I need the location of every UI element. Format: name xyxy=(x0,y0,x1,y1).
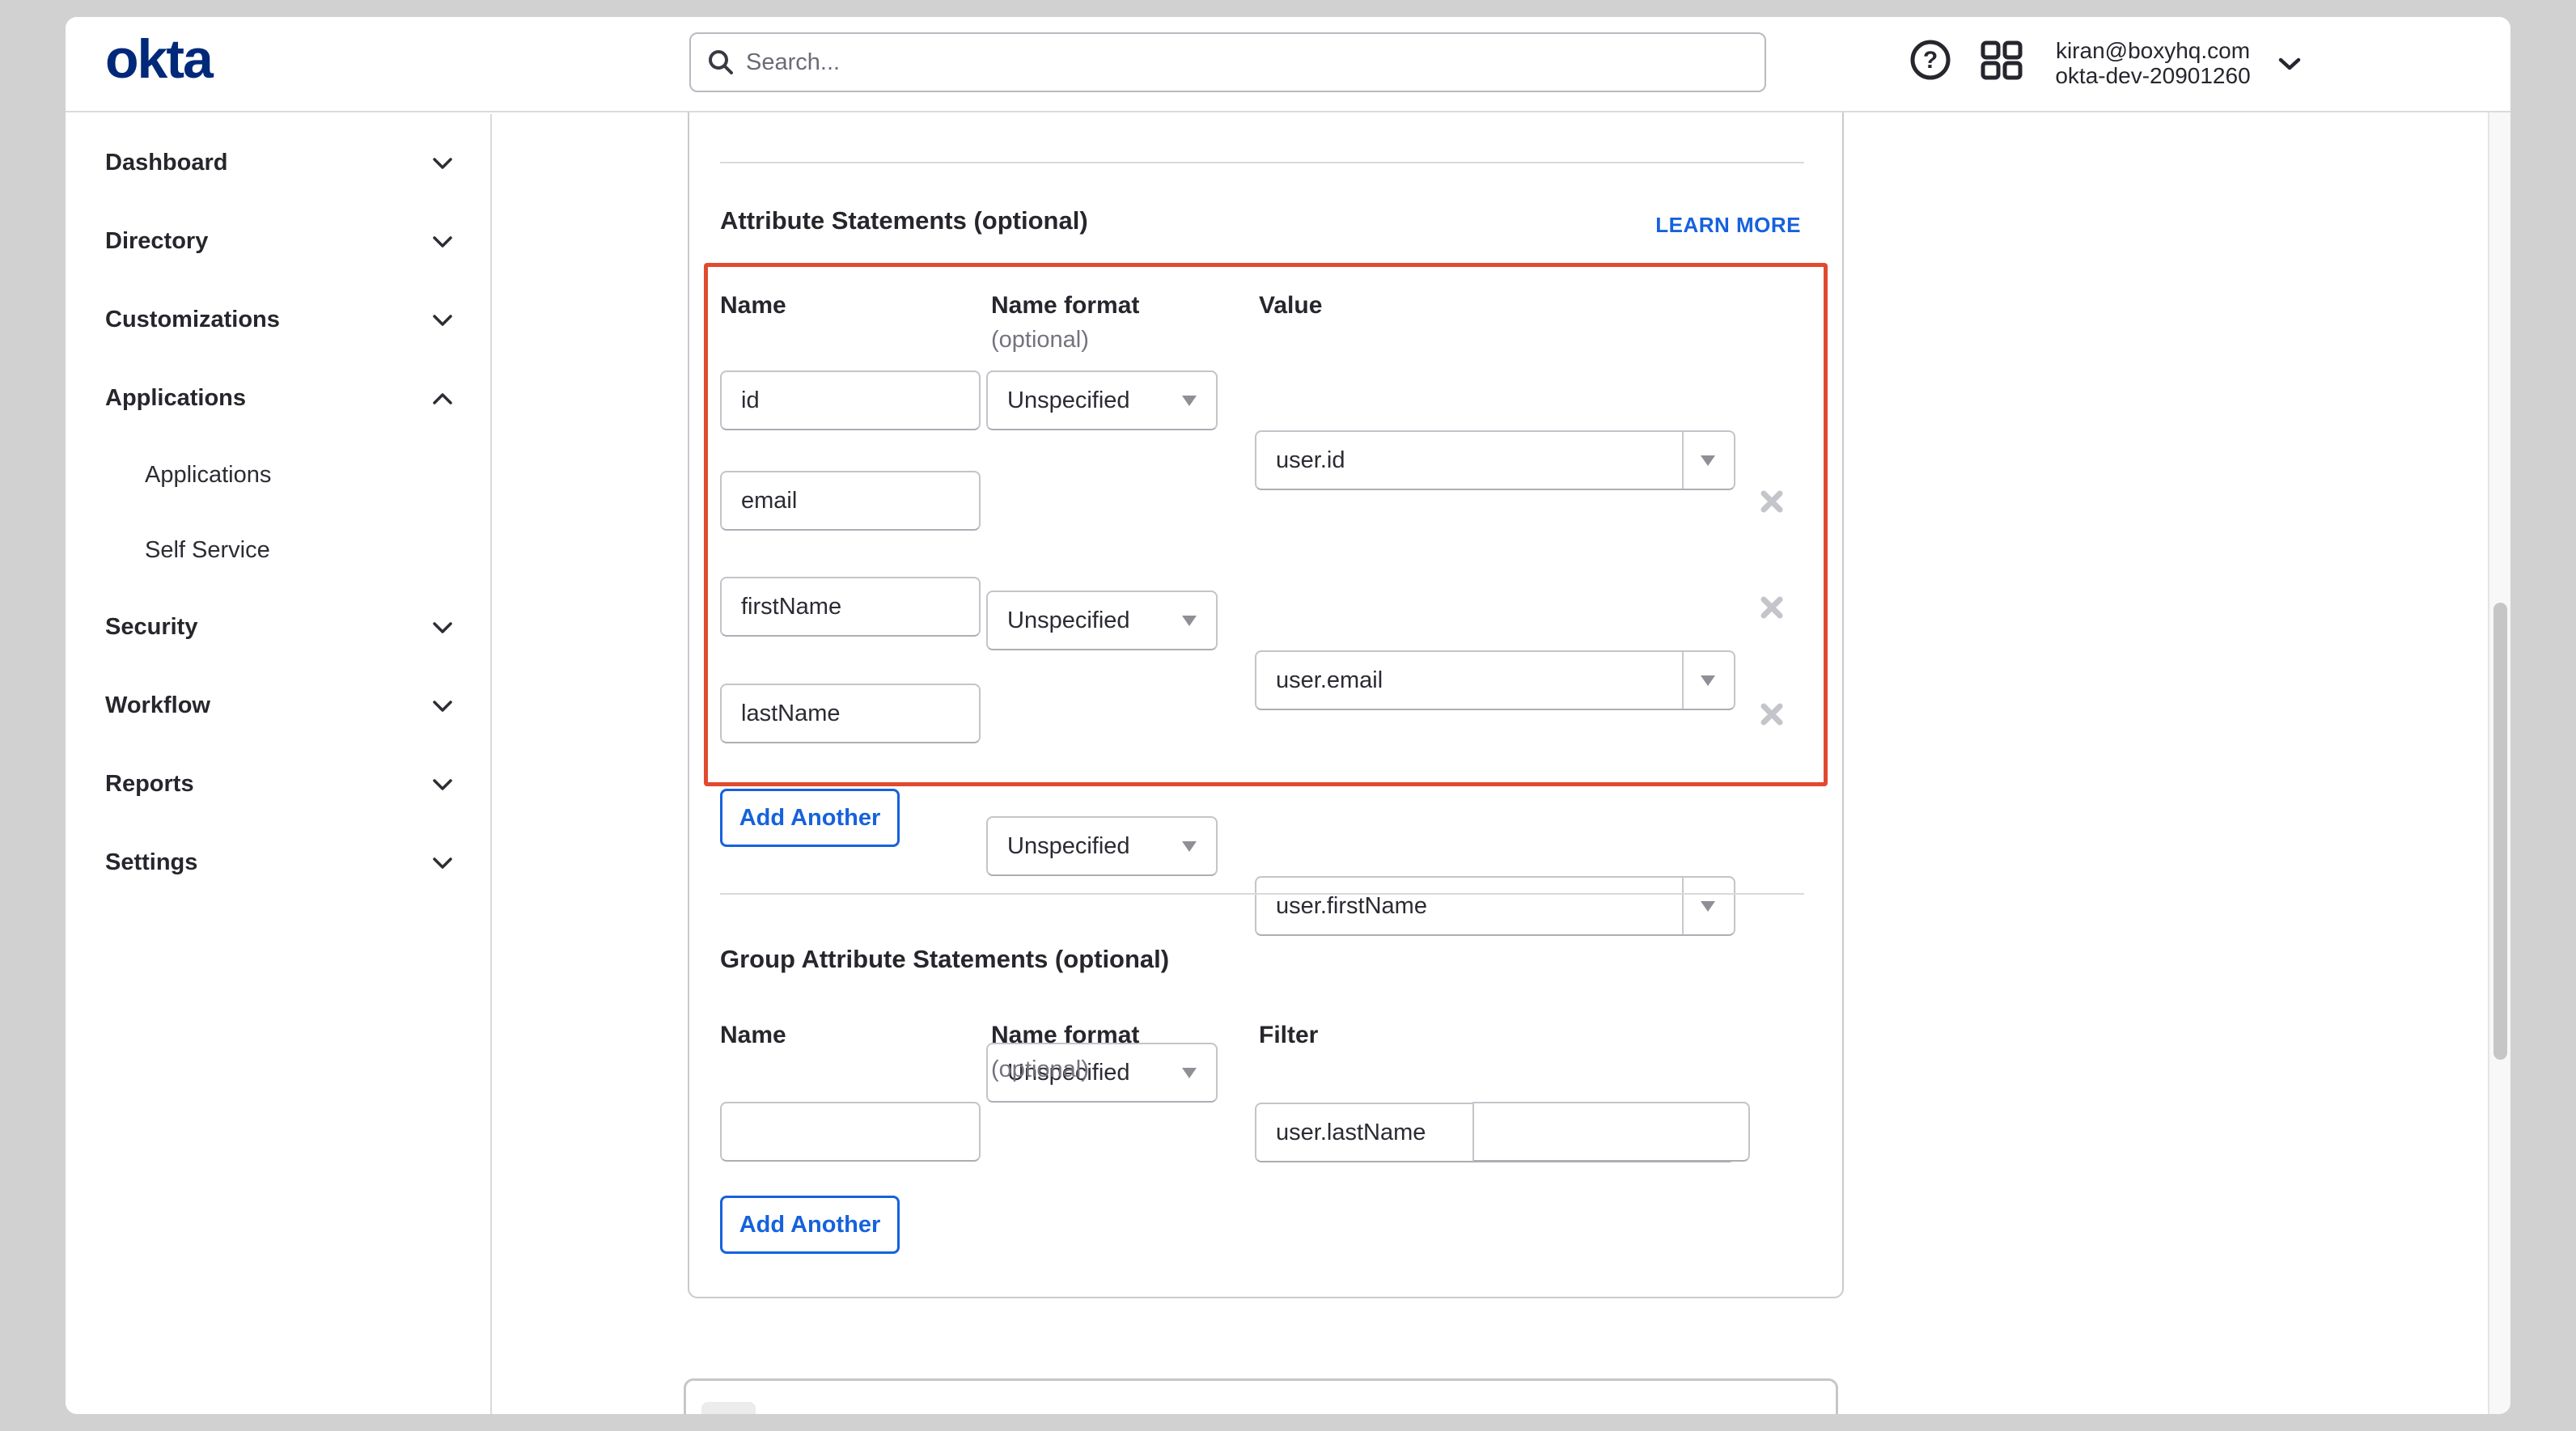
column-label-value: Value xyxy=(1259,292,1322,320)
attr-value-combobox[interactable]: user.firstName xyxy=(1255,876,1735,936)
account-email: kiran@boxyhq.com xyxy=(2047,38,2259,63)
select-value: Unspecified xyxy=(1007,387,1130,414)
sidebar-item-settings[interactable]: Settings xyxy=(66,823,490,902)
attr-name-format-select[interactable]: Unspecified xyxy=(986,816,1218,876)
attribute-statements-title: Attribute Statements (optional) xyxy=(720,206,1088,235)
group-attribute-statements-title: Group Attribute Statements (optional) xyxy=(720,945,1169,974)
combobox-value: user.email xyxy=(1276,667,1383,694)
chevron-down-icon xyxy=(432,314,453,327)
column-label-name: Name xyxy=(720,292,786,320)
add-another-button[interactable]: Add Another xyxy=(720,789,900,847)
chevron-down-icon xyxy=(432,778,453,791)
sidebar-item-label: Directory xyxy=(105,228,208,255)
attr-name-format-select[interactable]: Unspecified xyxy=(986,591,1218,650)
search-icon xyxy=(707,49,735,76)
dropdown-arrow-icon xyxy=(1182,396,1197,406)
learn-more-link[interactable]: LEARN MORE xyxy=(1655,213,1801,238)
page: { "header": { "logo_text": "okta", "sear… xyxy=(0,0,2576,1431)
sidebar-item-label: Dashboard xyxy=(105,150,227,176)
saml-settings-panel: Attribute Statements (optional) LEARN MO… xyxy=(688,112,1844,1298)
account-org: okta-dev-20901260 xyxy=(2047,63,2259,88)
combobox-value: user.id xyxy=(1276,447,1345,474)
select-value: Unspecified xyxy=(1007,608,1130,634)
sidebar-item-customizations[interactable]: Customizations xyxy=(66,281,490,359)
chevron-up-icon xyxy=(432,392,453,405)
sidebar-item-label: Workflow xyxy=(105,692,210,719)
next-section-panel xyxy=(684,1378,1838,1414)
attr-name-input[interactable] xyxy=(720,471,981,531)
attr-name-input[interactable] xyxy=(720,684,981,743)
column-label-optional: (optional) xyxy=(991,327,1089,354)
section-divider xyxy=(720,893,1804,895)
remove-row-icon[interactable] xyxy=(1759,489,1785,514)
dropdown-arrow-icon xyxy=(1701,901,1715,912)
combobox-value: user.firstName xyxy=(1276,893,1427,920)
attr-name-input[interactable] xyxy=(720,577,981,637)
column-label-name-format: Name format xyxy=(991,292,1139,320)
sidebar-item-label: Settings xyxy=(105,849,197,876)
remove-row-icon[interactable] xyxy=(1759,701,1785,727)
sidebar-item-workflow[interactable]: Workflow xyxy=(66,667,490,745)
sidebar-item-applications-sub[interactable]: Applications xyxy=(66,438,490,513)
dropdown-arrow-icon xyxy=(1701,455,1715,466)
section-placeholder-badge xyxy=(701,1402,756,1414)
sidebar-item-applications[interactable]: Applications xyxy=(66,359,490,438)
attr-name-format-select[interactable]: Unspecified xyxy=(986,370,1218,430)
dropdown-arrow-icon xyxy=(1182,616,1197,626)
combobox-dropdown-button[interactable] xyxy=(1682,878,1734,934)
section-divider xyxy=(720,162,1804,163)
scrollbar-track[interactable] xyxy=(2488,112,2510,1414)
sidebar-item-security[interactable]: Security xyxy=(66,588,490,667)
chevron-down-icon xyxy=(432,857,453,870)
chevron-down-icon xyxy=(432,700,453,713)
app-window: okta ? kiran@boxyhq.com okta-dev-2090126… xyxy=(66,17,2510,1414)
sidebar-item-directory[interactable]: Directory xyxy=(66,202,490,281)
column-label-name: Name xyxy=(720,1022,786,1049)
select-value: Unspecified xyxy=(1007,833,1130,860)
group-attr-name-input[interactable] xyxy=(720,1102,981,1162)
group-filter-value-input[interactable] xyxy=(1472,1102,1750,1162)
chevron-down-icon xyxy=(432,235,453,248)
remove-row-icon[interactable] xyxy=(1759,595,1785,620)
okta-logo[interactable]: okta xyxy=(105,32,212,87)
sidebar-nav: Dashboard Directory Customizations Appli… xyxy=(66,114,492,1414)
sidebar-item-dashboard[interactable]: Dashboard xyxy=(66,124,490,202)
svg-text:?: ? xyxy=(1923,47,1938,74)
add-another-button[interactable]: Add Another xyxy=(720,1196,900,1254)
sidebar-item-label: Security xyxy=(105,614,197,641)
attr-name-input[interactable] xyxy=(720,370,981,430)
attr-value-combobox[interactable]: user.id xyxy=(1255,430,1735,490)
dropdown-arrow-icon xyxy=(1701,675,1715,686)
top-header: okta ? kiran@boxyhq.com okta-dev-2090126… xyxy=(66,17,2510,112)
column-label-filter: Filter xyxy=(1259,1022,1318,1049)
dropdown-arrow-icon xyxy=(1182,841,1197,852)
sidebar-item-label: Reports xyxy=(105,771,194,798)
column-label-optional: (optional) xyxy=(991,1056,1089,1083)
chevron-down-icon xyxy=(432,621,453,634)
sidebar-item-label: Self Service xyxy=(145,537,270,564)
help-icon[interactable]: ? xyxy=(1909,39,1951,81)
chevron-down-icon[interactable] xyxy=(2277,56,2302,72)
sidebar-item-label: Applications xyxy=(105,385,246,412)
sidebar-item-self-service[interactable]: Self Service xyxy=(66,513,490,588)
combobox-dropdown-button[interactable] xyxy=(1682,432,1734,489)
attr-value-combobox[interactable]: user.email xyxy=(1255,650,1735,710)
sidebar-item-label: Customizations xyxy=(105,307,280,333)
column-label-name-format: Name format xyxy=(991,1022,1139,1049)
sidebar-item-label: Applications xyxy=(145,462,271,489)
combobox-value: user.lastName xyxy=(1276,1120,1426,1146)
scrollbar-thumb[interactable] xyxy=(2493,603,2507,1060)
dropdown-arrow-icon xyxy=(1182,1068,1197,1078)
search-input[interactable] xyxy=(746,49,1748,76)
combobox-dropdown-button[interactable] xyxy=(1682,652,1734,709)
chevron-down-icon xyxy=(432,157,453,170)
global-search[interactable] xyxy=(689,32,1766,92)
account-menu[interactable]: kiran@boxyhq.com okta-dev-20901260 xyxy=(2047,38,2259,88)
sidebar-item-reports[interactable]: Reports xyxy=(66,745,490,823)
apps-grid-icon[interactable] xyxy=(1980,40,2023,81)
